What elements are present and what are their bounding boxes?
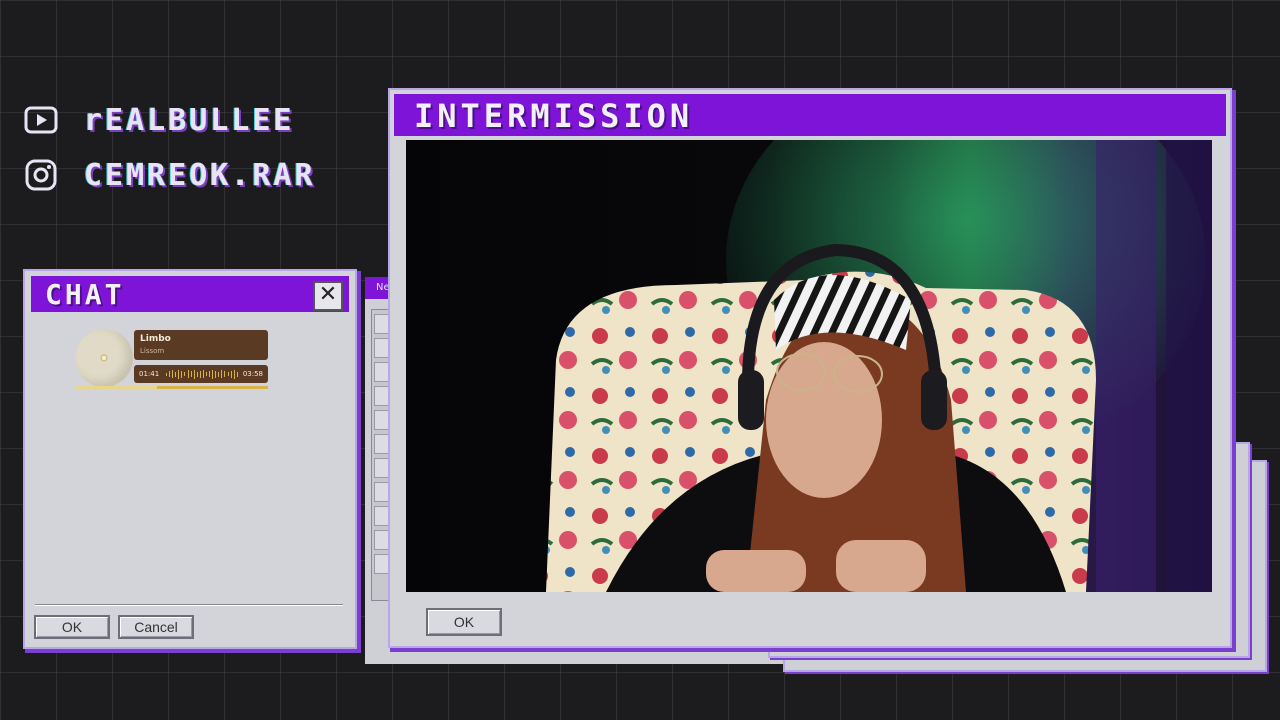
- waveform-bar: [209, 371, 211, 377]
- webcam-scene: [546, 140, 1212, 592]
- waveform-bar: [227, 372, 229, 376]
- youtube-handle: rEALBULLEE: [84, 102, 295, 138]
- intermission-title: INTERMISSION: [414, 97, 694, 135]
- waveform-bar: [193, 369, 195, 379]
- vinyl-disc-icon: [75, 329, 133, 387]
- now-playing-card: Limbo Lissom: [134, 330, 268, 360]
- waveform-bar: [175, 371, 177, 377]
- waveform: [166, 369, 238, 379]
- waveform-bar: [178, 369, 180, 379]
- close-button[interactable]: ✕: [313, 281, 343, 311]
- waveform-bar: [230, 370, 232, 378]
- chat-window: CHAT ✕ Limbo Lissom 01:41 03:58 OK Cance…: [25, 271, 355, 647]
- intermission-titlebar: INTERMISSION: [394, 94, 1226, 136]
- progress-fill: [76, 386, 157, 389]
- waveform-bar: [202, 370, 204, 378]
- waveform-bar: [187, 370, 189, 378]
- play-icon: [24, 103, 58, 137]
- waveform-bar: [215, 370, 217, 378]
- waveform-bar: [199, 370, 201, 378]
- chat-ok-button[interactable]: OK: [34, 615, 110, 639]
- waveform-bar: [236, 371, 238, 377]
- instagram-icon: [24, 158, 58, 192]
- chat-ok-label: OK: [61, 619, 83, 635]
- track-name: Limbo: [140, 334, 171, 344]
- waveform-bar: [224, 371, 226, 377]
- social-youtube[interactable]: rEALBULLEE: [24, 102, 295, 138]
- chat-cancel-label: Cancel: [134, 619, 178, 635]
- current-time: 01:41: [139, 370, 160, 378]
- chat-cancel-button[interactable]: Cancel: [118, 615, 194, 639]
- instagram-handle: CEMREOK.RAR: [84, 157, 316, 193]
- waveform-bar: [233, 369, 235, 379]
- social-instagram[interactable]: CEMREOK.RAR: [24, 157, 316, 193]
- waveform-bar: [184, 372, 186, 376]
- total-time: 03:58: [242, 370, 263, 378]
- intermission-window: INTERMISSION OK: [390, 90, 1230, 646]
- close-icon: ✕: [318, 282, 338, 307]
- waveform-bar: [196, 371, 198, 377]
- webcam-feed: [406, 140, 1212, 592]
- tool-window-title: Ne: [376, 282, 390, 293]
- waveform-bar: [169, 371, 171, 377]
- chat-titlebar: CHAT ✕: [31, 276, 349, 312]
- chat-divider: [35, 604, 343, 605]
- waveform-bar: [221, 370, 223, 378]
- chat-title: CHAT: [45, 278, 125, 311]
- waveform-bar: [172, 370, 174, 378]
- waveform-bar: [212, 369, 214, 379]
- waveform-bar: [206, 372, 208, 376]
- progress-bar[interactable]: [76, 386, 268, 389]
- track-artist: Lissom: [140, 347, 165, 355]
- intermission-ok-label: OK: [453, 614, 475, 630]
- waveform-bar: [190, 371, 192, 377]
- waveform-bar: [166, 372, 167, 376]
- waveform-bar: [218, 371, 220, 377]
- waveform-bar: [181, 370, 183, 378]
- intermission-ok-button[interactable]: OK: [426, 608, 502, 636]
- playback-timeline: 01:41 03:58: [134, 365, 268, 383]
